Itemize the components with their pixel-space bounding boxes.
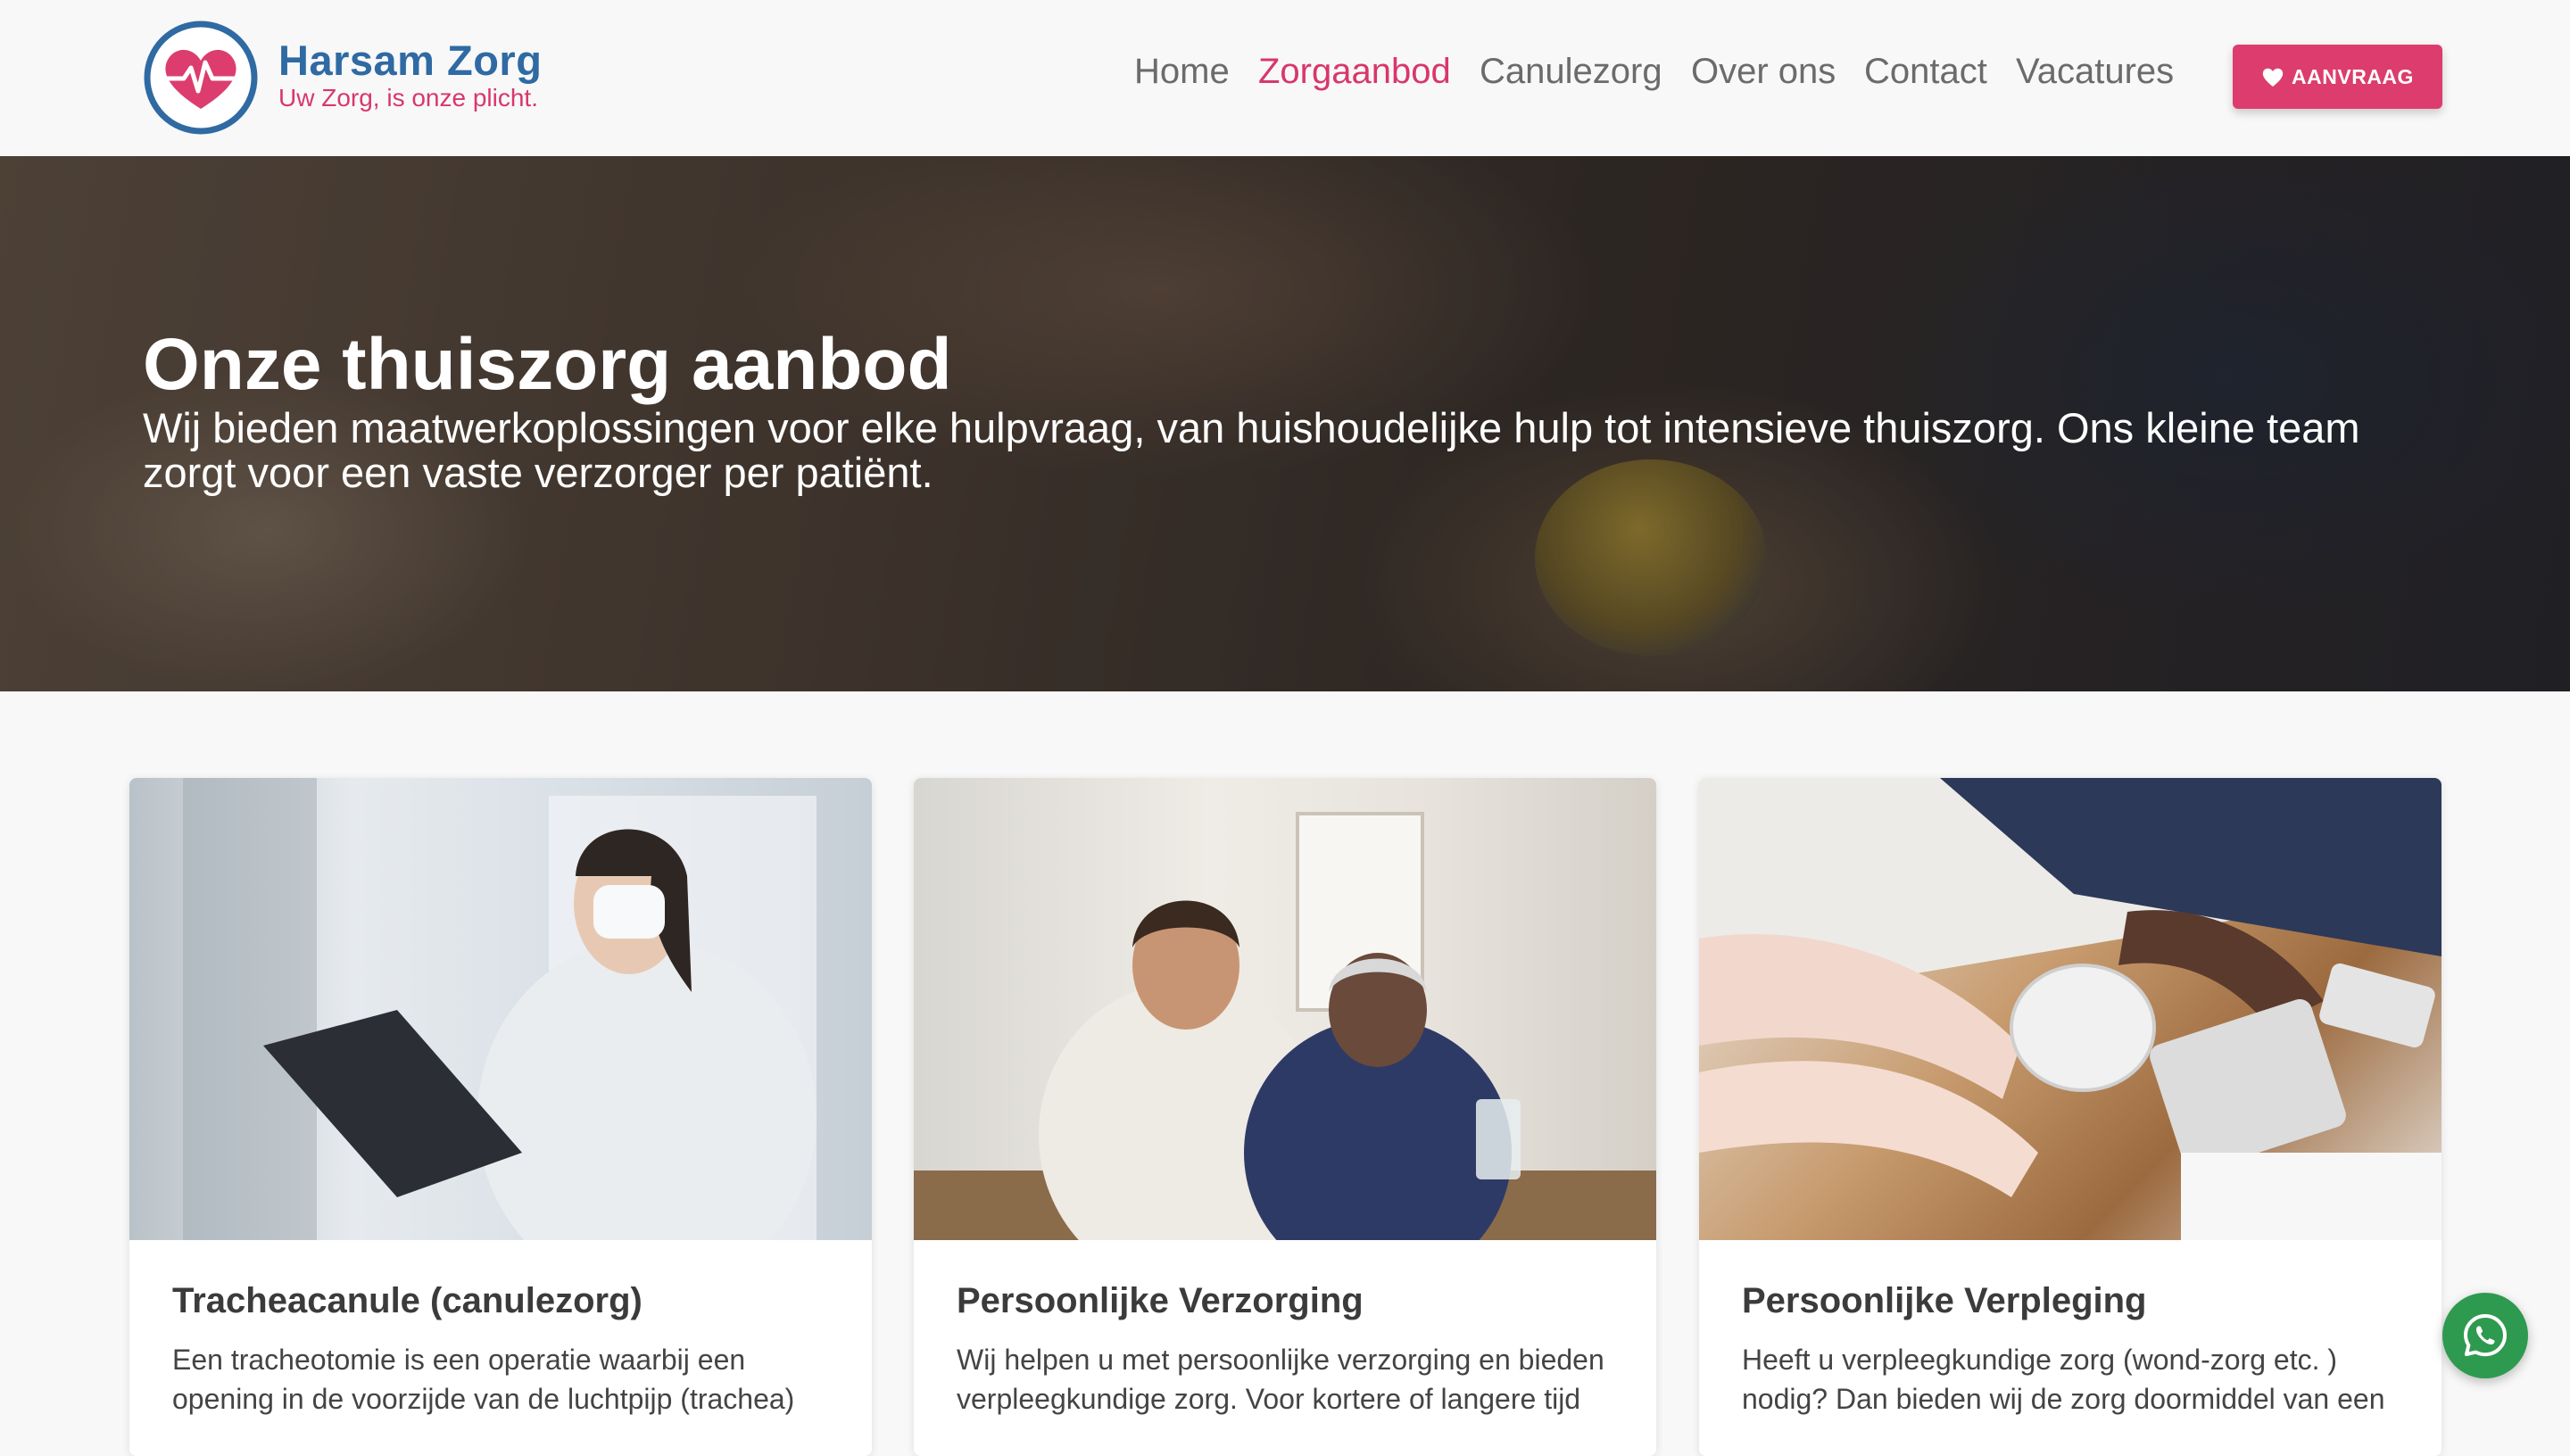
hero-text: Wij bieden maatwerkoplossingen voor elke… — [143, 404, 2360, 496]
nav-zorgaanbod[interactable]: Zorgaanbod — [1258, 52, 1451, 102]
nav-contact[interactable]: Contact — [1864, 52, 1987, 102]
service-card-verpleging[interactable]: Persoonlijke Verpleging Heeft u verpleeg… — [1699, 778, 2442, 1456]
heart-ecg-logo-icon[interactable] — [143, 20, 259, 136]
card-title: Persoonlijke Verpleging — [1742, 1281, 2147, 1320]
brand-tagline: Uw Zorg, is onze plicht. — [278, 84, 538, 112]
nav-home[interactable]: Home — [1134, 52, 1230, 102]
whatsapp-button[interactable] — [2442, 1293, 2528, 1378]
card-title: Tracheacanule (canulezorg) — [172, 1281, 642, 1320]
service-card-canulezorg[interactable]: Tracheacanule (canulezorg) Een tracheoto… — [129, 778, 872, 1456]
heart-icon — [2262, 68, 2284, 87]
card-image — [1699, 778, 2442, 1240]
card-image — [914, 778, 1656, 1240]
card-text: Heeft u verpleegkundige zorg (wond-zorg … — [1742, 1344, 2385, 1415]
card-text: Een tracheotomie is een operatie waarbij… — [172, 1344, 795, 1415]
hero-title: Onze thuiszorg aanbod — [143, 324, 952, 405]
nav-canulezorg[interactable]: Canulezorg — [1480, 52, 1662, 102]
brand-name[interactable]: Harsam Zorg — [278, 36, 542, 85]
site-header: Harsam Zorg Uw Zorg, is onze plicht. Hom… — [0, 0, 2570, 156]
aanvraag-button[interactable]: AANVRAAG — [2233, 45, 2442, 109]
service-card-verzorging[interactable]: Persoonlijke Verzorging Wij helpen u met… — [914, 778, 1656, 1456]
card-title: Persoonlijke Verzorging — [957, 1281, 1364, 1320]
nav-over-ons[interactable]: Over ons — [1691, 52, 1836, 102]
card-text: Wij helpen u met persoonlijke verzorging… — [957, 1344, 1604, 1415]
card-image — [129, 778, 872, 1240]
whatsapp-icon — [2464, 1314, 2507, 1357]
hero-banner: Onze thuiszorg aanbod Wij bieden maatwer… — [0, 156, 2570, 691]
nav-vacatures[interactable]: Vacatures — [2016, 52, 2174, 102]
aanvraag-label: AANVRAAG — [2292, 64, 2414, 88]
